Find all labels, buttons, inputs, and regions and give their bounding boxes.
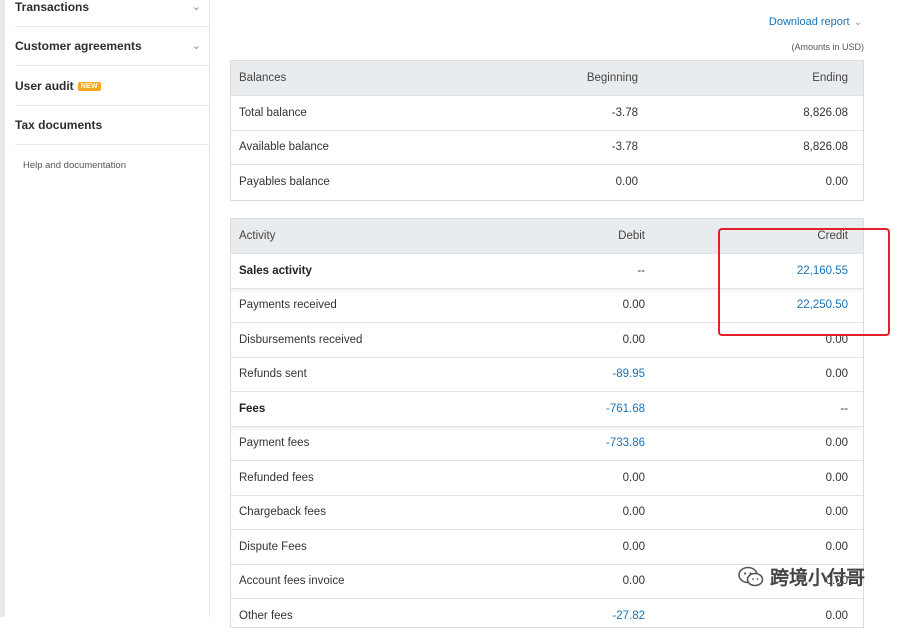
table-row: Other fees -27.82 0.00 (231, 599, 863, 627)
row-label: Refunded fees (239, 471, 314, 484)
watermark-text: 跨境小付哥 (770, 568, 866, 589)
currency-note: (Amounts in USD) (791, 42, 864, 52)
column-header: Ending (812, 72, 848, 84)
table-row: Dispute Fees 0.00 0.00 (231, 530, 863, 565)
row-label: Sales activity (239, 264, 312, 277)
table-row: Available balance -3.78 8,826.08 (231, 131, 863, 165)
debit-value: -- (637, 264, 645, 277)
table-row-group: Fees -761.68 -- (231, 392, 863, 427)
debit-value: 0.00 (622, 333, 645, 346)
sidebar-item-user-audit[interactable]: User audit NEW (15, 67, 209, 106)
table-row: Payments received 0.00 22,250.50 (231, 289, 863, 323)
column-header: Debit (618, 230, 645, 242)
table-row: Refunded fees 0.00 0.00 (231, 461, 863, 496)
table-row: Chargeback fees 0.00 0.00 (231, 496, 863, 530)
debit-value: 0.00 (622, 299, 645, 312)
balances-table: Balances Beginning Ending Total balance … (230, 60, 864, 201)
table-row: Disbursements received 0.00 0.00 (231, 323, 863, 358)
row-label: Account fees invoice (239, 575, 345, 588)
ending-value: 8,826.08 (803, 141, 848, 154)
chevron-down-icon: ⌄ (853, 17, 862, 28)
row-label: Payments received (239, 299, 337, 312)
chevron-down-icon: ⌄ (191, 0, 201, 13)
credit-value: -- (840, 402, 848, 415)
credit-value: 0.00 (825, 333, 848, 346)
table-row-group: Sales activity -- 22,160.55 (231, 254, 863, 289)
sidebar-item-label: User audit (15, 79, 74, 93)
row-label: Refunds sent (239, 368, 307, 381)
download-report-button[interactable]: Download report ⌄ (769, 16, 862, 28)
beginning-value: -3.78 (611, 106, 638, 119)
column-header: Beginning (586, 72, 638, 84)
credit-value: 0.00 (825, 471, 848, 484)
download-report-label: Download report (768, 16, 850, 28)
help-link[interactable]: Help and documentation (23, 160, 126, 171)
sidebar-item-customer-agreements[interactable]: Customer agreements ⌄ (15, 27, 209, 66)
beginning-value: -3.78 (611, 141, 638, 154)
sidebar-item-label-wrap: User audit NEW (15, 79, 101, 93)
wechat-icon (738, 566, 764, 586)
credit-value: 0.00 (825, 540, 848, 553)
watermark: 跨境小付哥 (738, 563, 865, 590)
debit-value: 0.00 (622, 540, 645, 553)
row-label: Total balance (239, 106, 307, 119)
credit-value: 0.00 (825, 437, 848, 450)
row-label: Dispute Fees (239, 540, 307, 553)
debit-value: 0.00 (622, 471, 645, 484)
debit-value: 0.00 (622, 506, 645, 519)
debit-link[interactable]: -89.95 (612, 368, 645, 380)
column-header: Credit (817, 230, 848, 242)
debit-value: 0.00 (622, 575, 645, 588)
column-header: Balances (239, 72, 287, 84)
debit-link[interactable]: -733.86 (606, 437, 645, 449)
credit-value: 0.00 (825, 610, 848, 623)
sidebar-item-label: Customer agreements (15, 39, 142, 53)
row-label: Available balance (239, 141, 329, 154)
credit-link[interactable]: 22,160.55 (797, 265, 848, 277)
sidebar-item-label: Tax documents (15, 118, 103, 132)
row-label: Payables balance (239, 176, 330, 189)
table-row: Total balance -3.78 8,826.08 (231, 96, 863, 131)
row-label: Chargeback fees (239, 506, 326, 519)
table-row: Payment fees -733.86 0.00 (231, 427, 863, 461)
sidebar-item-tax-documents[interactable]: Tax documents (15, 106, 209, 145)
table-header-row: Balances Beginning Ending (231, 61, 863, 96)
sidebar: Transactions ⌄ Customer agreements ⌄ Use… (0, 0, 210, 617)
debit-link[interactable]: -761.68 (606, 403, 645, 415)
row-label: Disbursements received (239, 333, 363, 346)
sidebar-item-label: Transactions (15, 0, 90, 14)
new-badge: NEW (77, 82, 101, 91)
ending-value: 8,826.08 (803, 106, 848, 119)
row-label: Payment fees (239, 437, 310, 450)
column-header: Activity (239, 230, 276, 242)
chevron-down-icon: ⌄ (191, 39, 201, 52)
credit-value: 0.00 (825, 368, 848, 381)
ending-value: 0.00 (825, 176, 848, 189)
row-label: Other fees (239, 610, 293, 623)
credit-link[interactable]: 22,250.50 (797, 299, 848, 311)
credit-value: 0.00 (825, 506, 848, 519)
debit-link[interactable]: -27.82 (612, 610, 645, 622)
table-row: Refunds sent -89.95 0.00 (231, 358, 863, 392)
table-row: Payables balance 0.00 0.00 (231, 165, 863, 200)
row-label: Fees (239, 402, 266, 415)
sidebar-item-transactions[interactable]: Transactions ⌄ (15, 0, 209, 27)
table-header-row: Activity Debit Credit (231, 219, 863, 254)
beginning-value: 0.00 (615, 176, 638, 189)
